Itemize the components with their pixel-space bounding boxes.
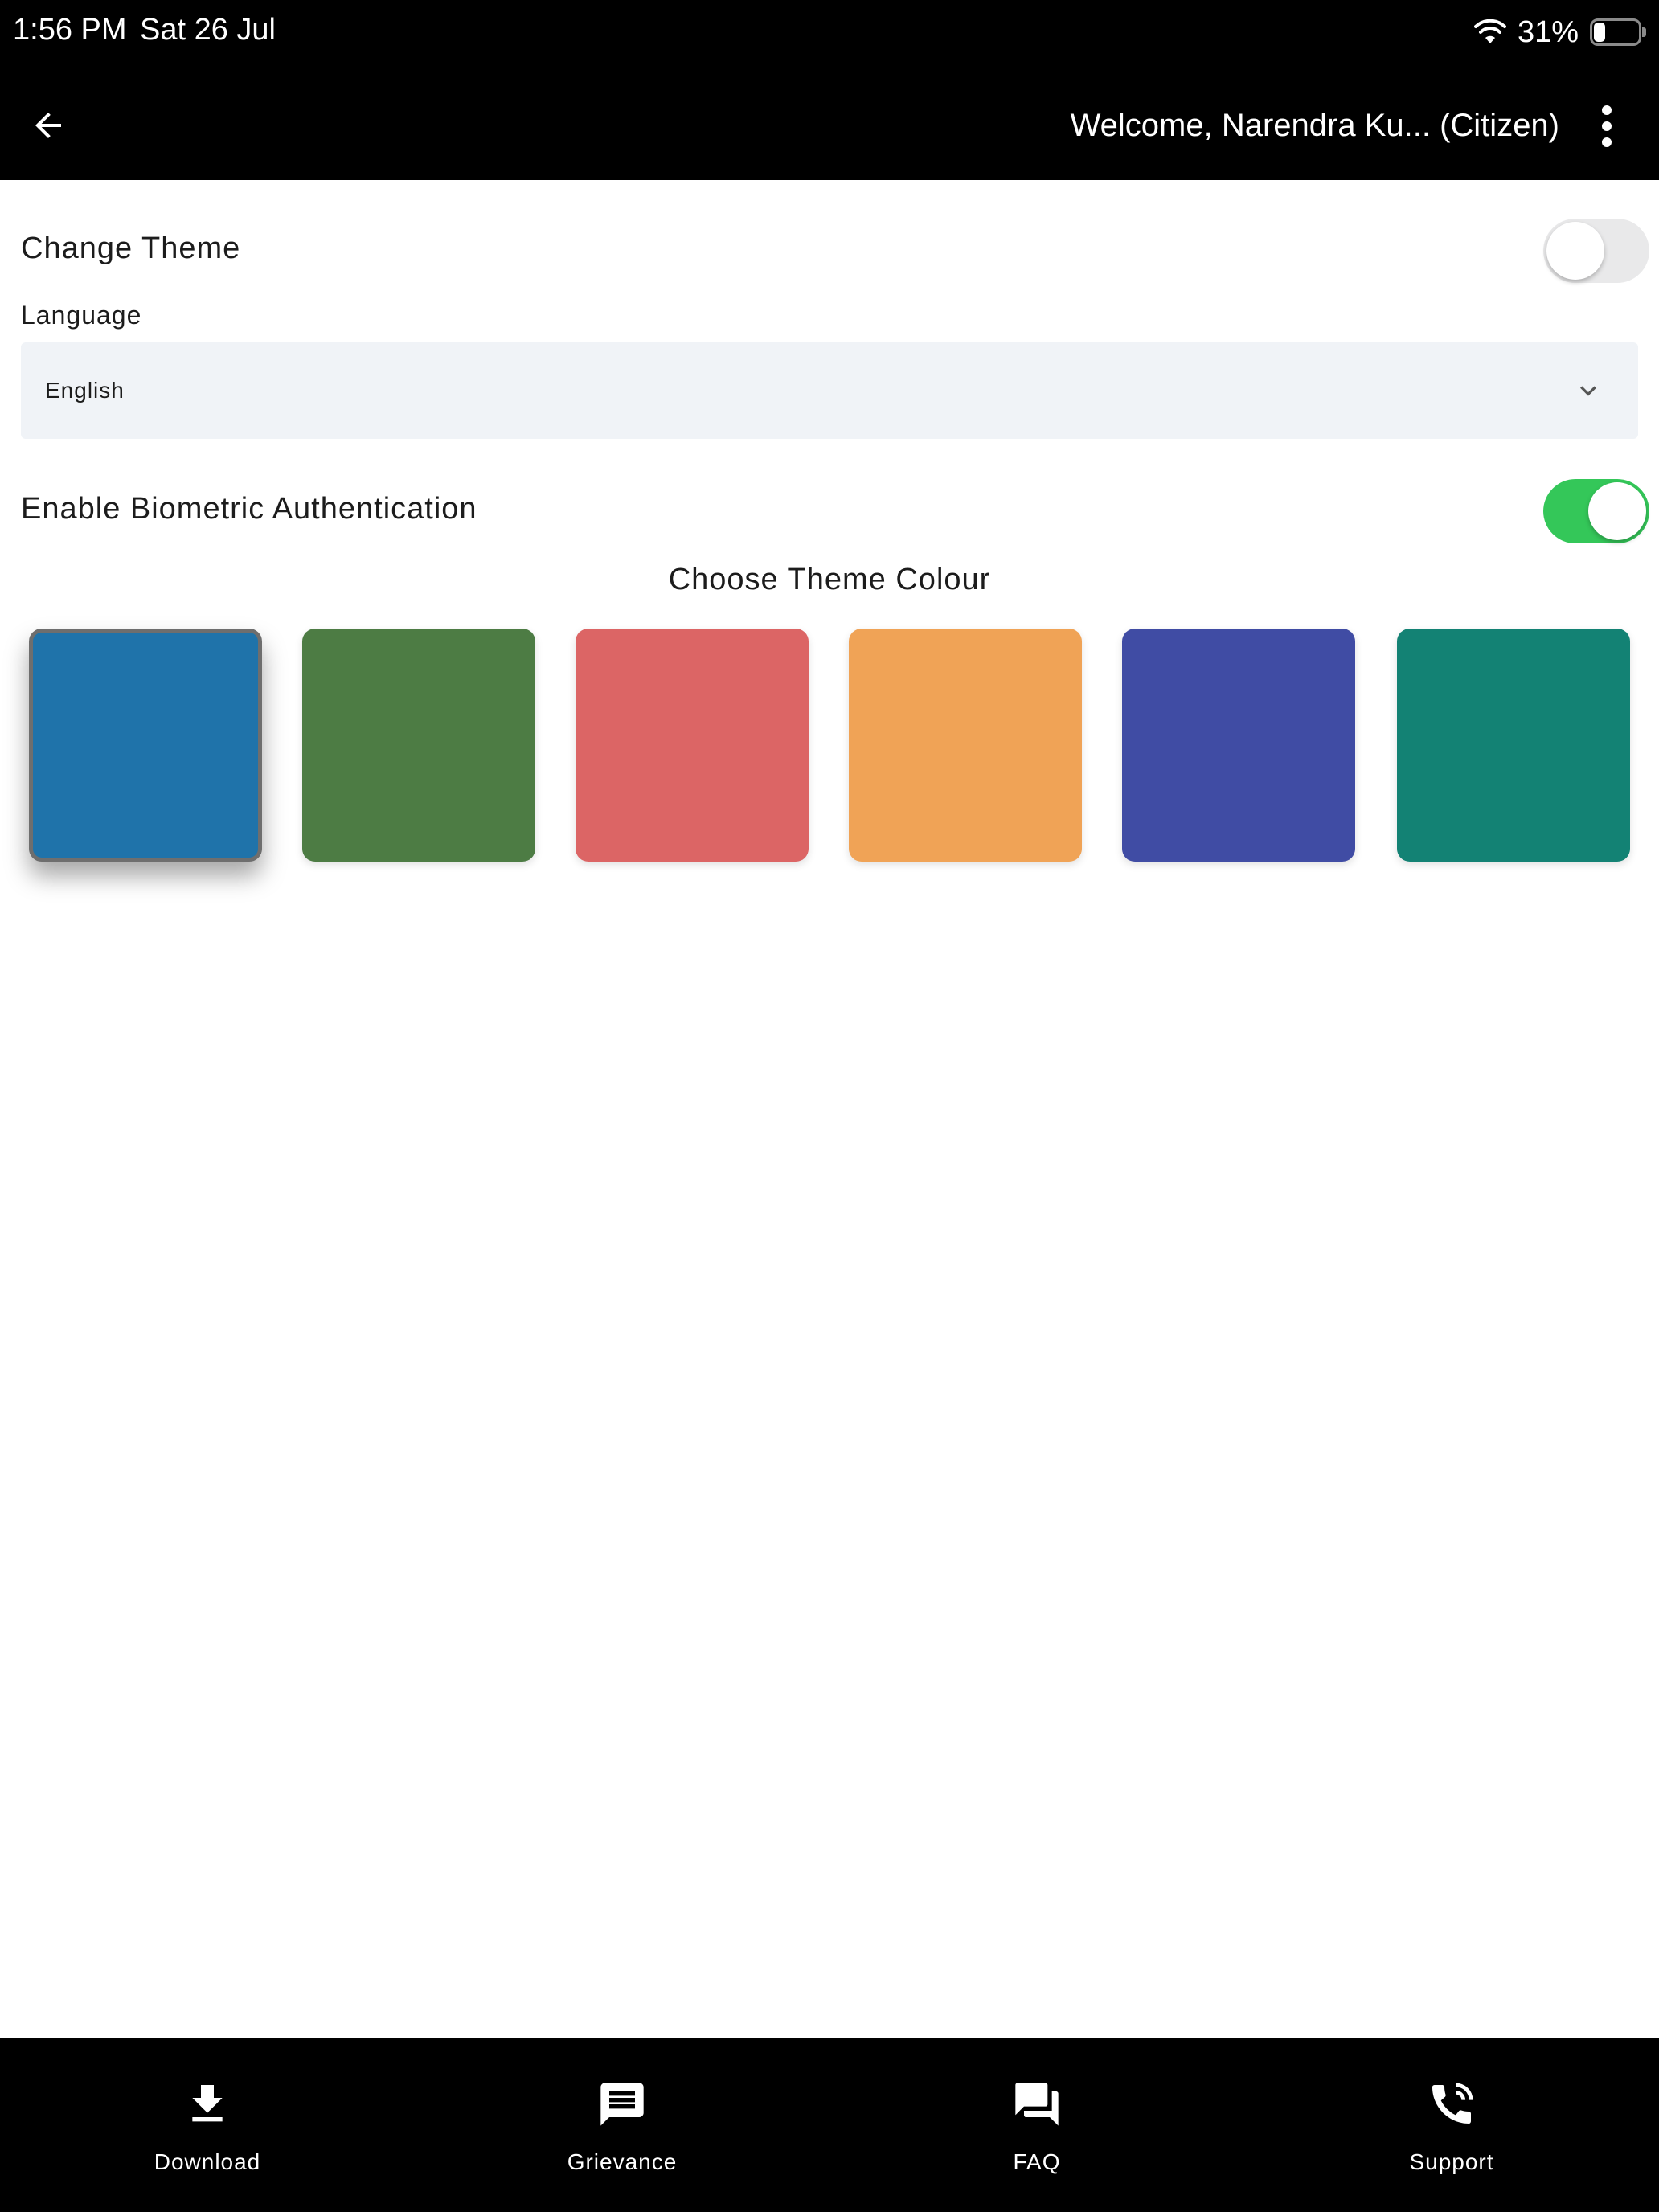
nav-grievance-label: Grievance: [567, 2149, 678, 2174]
theme-swatches: [29, 629, 1630, 862]
language-value: English: [45, 378, 125, 403]
biometric-label: Enable Biometric Authentication: [21, 492, 477, 526]
toggle-knob: [1588, 482, 1646, 540]
nav-support[interactable]: Support: [1244, 2038, 1659, 2212]
status-time: 1:56 PM: [13, 13, 127, 47]
app-bar: Welcome, Narendra Ku... (Citizen): [0, 64, 1659, 180]
welcome-text: Welcome, Narendra Ku... (Citizen): [1070, 108, 1559, 143]
nav-faq-label: FAQ: [1013, 2149, 1061, 2174]
theme-swatch-orange[interactable]: [849, 629, 1082, 862]
biometric-toggle[interactable]: [1543, 479, 1649, 543]
wifi-icon: [1473, 19, 1506, 43]
language-select[interactable]: English: [21, 342, 1638, 439]
bottom-nav: Download Grievance FAQ Support: [0, 2038, 1659, 2212]
change-theme-row: Change Theme: [21, 211, 1649, 288]
download-icon: [192, 2085, 223, 2122]
forum-icon: [1015, 2083, 1059, 2126]
theme-swatch-indigo[interactable]: [1122, 629, 1355, 862]
message-icon: [600, 2083, 644, 2126]
theme-swatch-teal[interactable]: [1397, 629, 1630, 862]
arrow-left-icon: [35, 113, 61, 138]
nav-download[interactable]: Download: [0, 2038, 415, 2212]
theme-swatch-red[interactable]: [576, 629, 809, 862]
battery-icon: [1590, 18, 1646, 46]
change-theme-label: Change Theme: [21, 231, 241, 265]
more-vert-icon: [1602, 105, 1612, 147]
settings-screen: 1:56 PM Sat 26 Jul 31% Welcome, Narendra…: [0, 0, 1659, 2212]
theme-swatch-green[interactable]: [302, 629, 535, 862]
chevron-down-icon: [1580, 386, 1596, 396]
nav-grievance[interactable]: Grievance: [415, 2038, 830, 2212]
language-label: Language: [21, 301, 142, 330]
theme-colour-heading: Choose Theme Colour: [668, 563, 991, 596]
status-bar: 1:56 PM Sat 26 Jul 31%: [0, 0, 1659, 64]
phone-icon: [1432, 2083, 1473, 2124]
status-indicators: 31%: [1473, 13, 1646, 51]
biometric-row: Enable Biometric Authentication: [21, 471, 1649, 548]
battery-percent: 31%: [1517, 14, 1579, 49]
more-options-button[interactable]: [1587, 98, 1627, 154]
nav-download-label: Download: [154, 2149, 261, 2174]
nav-support-label: Support: [1409, 2149, 1494, 2174]
nav-faq[interactable]: FAQ: [830, 2038, 1244, 2212]
back-button[interactable]: [19, 96, 77, 154]
change-theme-toggle[interactable]: [1543, 219, 1649, 283]
toggle-knob: [1546, 222, 1604, 280]
theme-swatch-blue[interactable]: [29, 629, 262, 862]
status-date: Sat 26 Jul: [140, 13, 276, 47]
